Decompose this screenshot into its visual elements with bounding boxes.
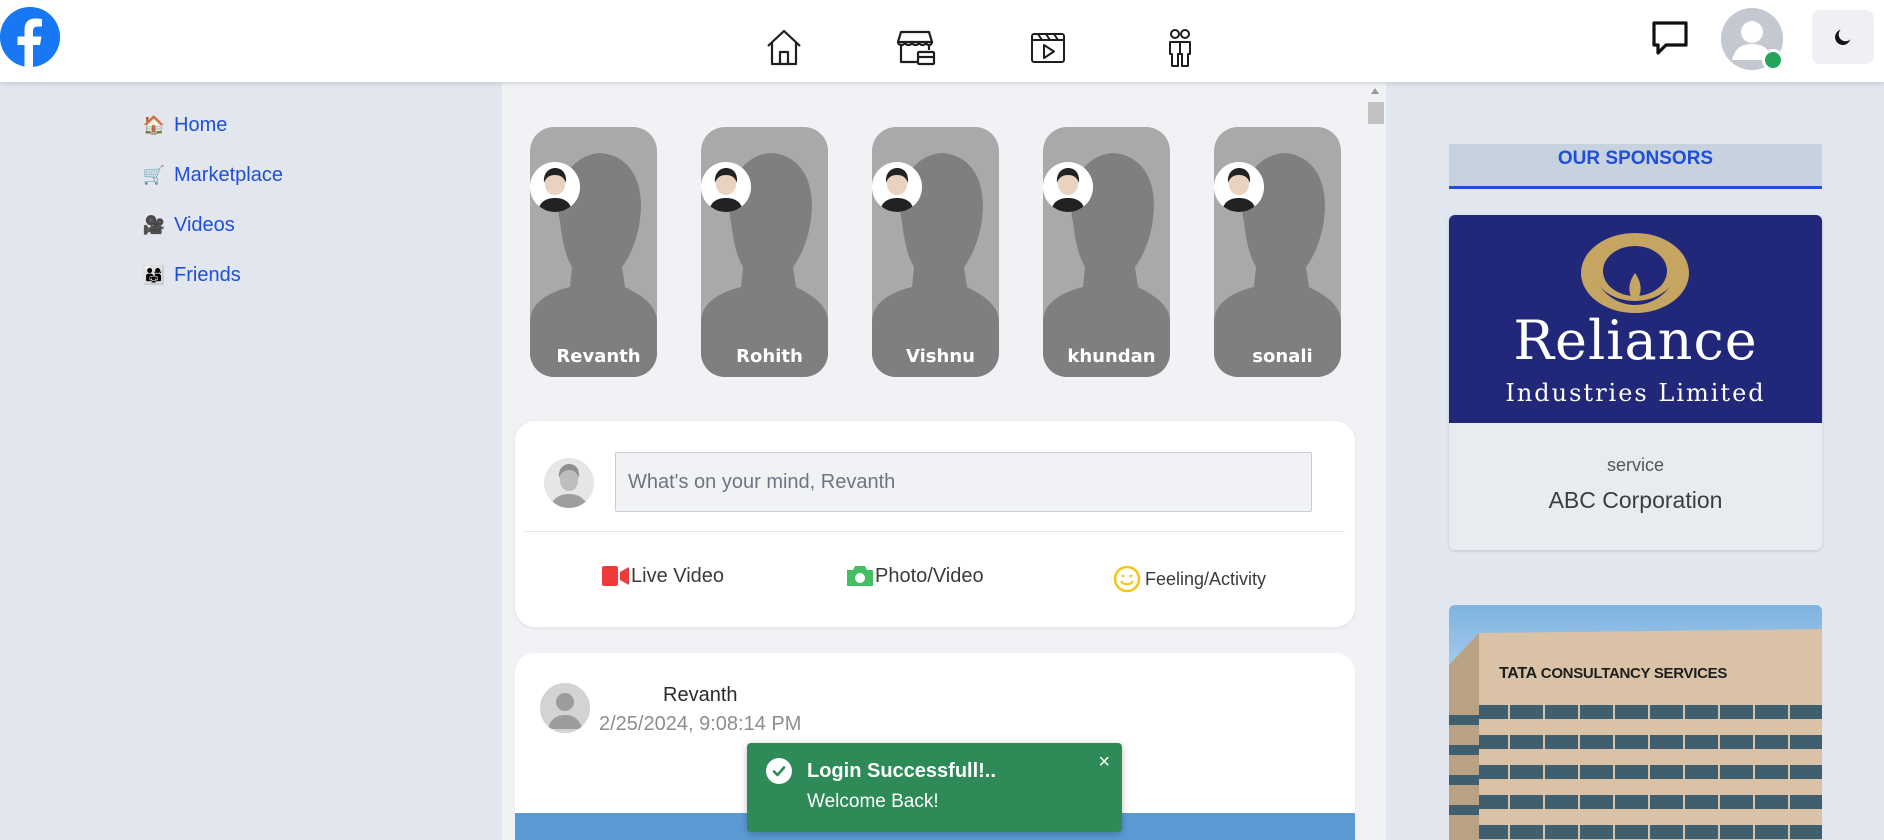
live-video-label: Live Video <box>631 564 725 587</box>
chat-icon[interactable] <box>1650 18 1690 58</box>
live-video-button[interactable]: Live Video <box>601 564 724 588</box>
login-success-toast: Login Successfull!.. Welcome Back! × <box>747 743 1122 832</box>
composer-avatar <box>544 458 594 508</box>
composer-divider <box>525 531 1345 532</box>
story-name: khundan <box>1067 346 1156 367</box>
story-avatar <box>530 162 580 212</box>
sidebar-item-label: Friends <box>174 263 241 286</box>
tcs-sign-text: CONSULTANCY SERVICES <box>1540 665 1728 682</box>
dark-mode-toggle-button[interactable] <box>1812 10 1874 64</box>
moon-icon <box>1835 29 1851 45</box>
camera-emoji-icon: 🎥 <box>142 214 166 235</box>
reliance-logo-word: Reliance <box>1513 309 1758 372</box>
feeling-activity-label: Feeling/Activity <box>1145 568 1267 589</box>
post-timestamp: 2/25/2024, 9:08:14 PM <box>599 713 802 735</box>
sidebar-item-marketplace[interactable]: 🛒 Marketplace <box>142 150 442 200</box>
family-emoji-icon: 👨‍👩‍👧 <box>142 264 166 285</box>
post-author-name[interactable]: Revanth <box>663 684 738 707</box>
feed-scrollbar[interactable] <box>1366 86 1384 840</box>
story-name: sonali <box>1252 346 1313 367</box>
reliance-emblem-icon <box>1581 233 1689 313</box>
tcs-building-image <box>1449 629 1822 840</box>
tata-brand-text: TATA <box>1499 665 1537 682</box>
photo-video-button[interactable]: Photo/Video <box>845 564 984 588</box>
story-avatar <box>872 162 922 212</box>
story-card[interactable]: Vishnu <box>872 127 999 377</box>
sidebar-item-home[interactable]: 🏠 Home <box>142 100 442 150</box>
sidebar-item-friends[interactable]: 👨‍👩‍👧 Friends <box>142 250 442 300</box>
home-emoji-icon: 🏠 <box>142 114 166 135</box>
reliance-logo: Reliance Industries Limited <box>1449 215 1822 423</box>
sponsor-card-tcs-building[interactable]: TATA CONSULTANCY SERVICES <box>1449 605 1822 840</box>
camera-icon <box>847 566 873 586</box>
sponsor-type: service <box>1606 455 1664 475</box>
post-author-avatar[interactable] <box>540 683 590 733</box>
story-card[interactable]: Revanth <box>530 127 657 377</box>
sidebar-item-label: Marketplace <box>174 163 283 186</box>
sidebar-item-videos[interactable]: 🎥 Videos <box>142 200 442 250</box>
sponsor-name: ABC Corporation <box>1548 487 1723 513</box>
story-card[interactable]: khundan <box>1043 127 1170 377</box>
toast-message: Welcome Back! <box>807 791 939 812</box>
scrollbar-thumb[interactable] <box>1368 102 1384 124</box>
story-avatar <box>701 162 751 212</box>
story-card[interactable]: sonali <box>1214 127 1341 377</box>
story-avatar <box>1043 162 1093 212</box>
sponsors-heading: OUR SPONSORS <box>1449 144 1822 189</box>
whats-on-your-mind-input[interactable] <box>615 452 1312 512</box>
scroll-up-arrow-icon[interactable] <box>1371 88 1379 94</box>
home-nav-icon[interactable] <box>764 26 804 68</box>
story-name: Revanth <box>556 346 641 367</box>
top-navbar <box>0 0 1884 82</box>
feeling-activity-button[interactable]: Feeling/Activity <box>1113 564 1266 594</box>
sidebar-item-label: Home <box>174 113 228 136</box>
online-status-dot <box>1762 49 1784 71</box>
friends-nav-icon[interactable] <box>1160 26 1200 68</box>
reliance-logo-subtitle: Industries Limited <box>1505 379 1766 407</box>
cart-emoji-icon: 🛒 <box>142 164 166 185</box>
facebook-logo-icon[interactable] <box>0 7 60 67</box>
post-composer: Live Video Photo/Video Feeling/Activity <box>515 421 1355 627</box>
check-circle-icon <box>766 758 792 784</box>
sidebar-item-label: Videos <box>174 213 235 236</box>
left-sidebar: 🏠 Home 🛒 Marketplace 🎥 Videos 👨‍👩‍👧 Frie… <box>142 100 442 300</box>
photo-video-label: Photo/Video <box>875 564 984 587</box>
close-icon[interactable]: × <box>1098 751 1110 774</box>
sponsor-card[interactable]: Reliance Industries Limited service ABC … <box>1449 215 1822 550</box>
toast-title: Login Successfull!.. <box>807 760 996 782</box>
story-avatar <box>1214 162 1264 212</box>
video-nav-icon[interactable] <box>1028 26 1068 68</box>
live-video-icon <box>602 566 629 586</box>
story-name: Rohith <box>736 346 803 367</box>
story-card[interactable]: Rohith <box>701 127 828 377</box>
story-name: Vishnu <box>906 346 975 367</box>
tcs-sign: TATA CONSULTANCY SERVICES <box>1499 665 1727 683</box>
marketplace-nav-icon[interactable] <box>896 26 936 68</box>
smiley-icon <box>1113 565 1141 593</box>
